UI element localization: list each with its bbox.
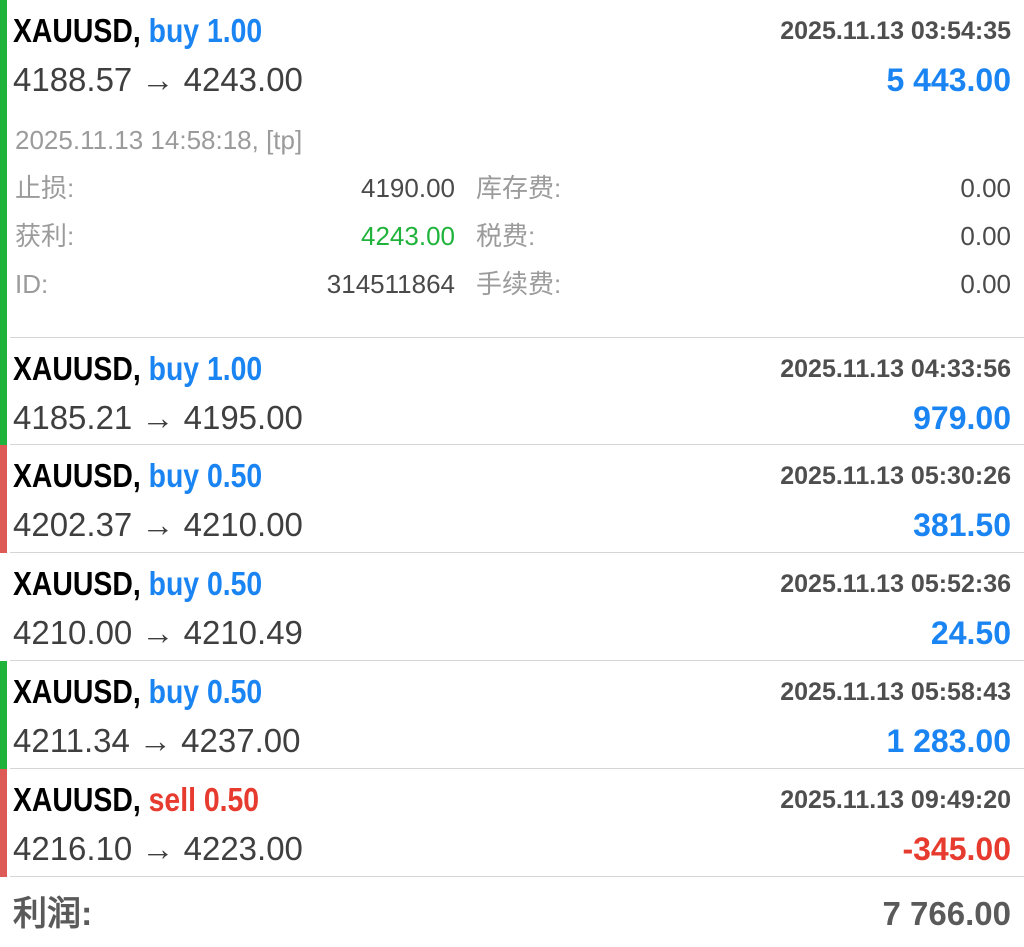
- trade-prices: 4211.34 → 4237.00: [13, 722, 301, 759]
- trade-symbol: XAUUSD, buy 0.50: [13, 565, 263, 602]
- trade-symbol: XAUUSD, buy 1.00: [13, 350, 263, 387]
- swap-value: 0.00: [960, 173, 1011, 203]
- trade-direction: buy 1.00: [148, 350, 263, 387]
- taxes-label: 税费:: [476, 221, 536, 251]
- trade-row[interactable]: XAUUSD, sell 0.50 2025.11.13 09:49:20 42…: [0, 769, 1024, 877]
- trade-status-bar: [0, 769, 7, 877]
- trade-symbol: XAUUSD, sell 0.50: [13, 781, 260, 818]
- trade-open-time: 2025.11.13 03:54:35: [780, 17, 1011, 45]
- trade-row[interactable]: XAUUSD, buy 1.00 2025.11.13 03:54:35 418…: [0, 0, 1024, 338]
- trade-status-bar: [0, 0, 7, 338]
- trade-close-info: 2025.11.13 14:58:18, [tp]: [15, 125, 303, 155]
- profit-total-label: 利润:: [13, 895, 93, 933]
- trade-profit: 979.00: [913, 400, 1011, 436]
- trade-profit: 381.50: [913, 507, 1011, 543]
- stop-loss-label: 止损:: [15, 173, 75, 203]
- id-value: 314511864: [326, 269, 455, 299]
- trade-direction: buy 0.50: [148, 565, 263, 602]
- trade-prices: 4188.57 → 4243.00: [13, 61, 303, 98]
- trade-symbol: XAUUSD, buy 0.50: [13, 673, 263, 710]
- trade-direction: buy 0.50: [148, 457, 263, 494]
- trade-status-bar: [0, 661, 7, 769]
- trade-symbol: XAUUSD, buy 1.00: [13, 12, 263, 49]
- trade-open-time: 2025.11.13 05:52:36: [780, 570, 1011, 598]
- trade-status-bar: [0, 338, 7, 445]
- taxes-value: 0.00: [960, 221, 1011, 251]
- trade-direction: buy 1.00: [148, 12, 263, 49]
- trade-row[interactable]: XAUUSD, buy 0.50 2025.11.13 05:52:36 421…: [0, 553, 1024, 661]
- trade-row[interactable]: XAUUSD, buy 0.50 2025.11.13 05:30:26 420…: [0, 445, 1024, 553]
- profit-total-value: 7 766.00: [882, 895, 1011, 932]
- trade-direction: buy 0.50: [148, 673, 263, 710]
- trade-prices: 4210.00 → 4210.49: [13, 614, 303, 651]
- take-profit-value: 4243.00: [361, 221, 455, 251]
- trade-profit: 5 443.00: [886, 62, 1011, 98]
- trade-prices: 4185.21 → 4195.00: [13, 399, 303, 436]
- trade-profit: -345.00: [902, 831, 1011, 867]
- id-label: ID:: [15, 269, 49, 299]
- trade-symbol: XAUUSD, buy 0.50: [13, 457, 263, 494]
- trade-details: 2025.11.13 14:58:18, [tp] 止损: 4190.00 库存…: [15, 118, 1011, 308]
- stop-loss-value: 4190.00: [361, 173, 455, 203]
- commission-value: 0.00: [960, 269, 1011, 299]
- commission-label: 手续费:: [476, 269, 562, 299]
- trade-status-bar: [0, 445, 7, 553]
- trade-row[interactable]: XAUUSD, buy 1.00 2025.11.13 04:33:56 418…: [0, 338, 1024, 445]
- profit-summary: 利润: 7 766.00: [0, 880, 1024, 947]
- trade-prices: 4216.10 → 4223.00: [13, 830, 303, 867]
- trade-row[interactable]: XAUUSD, buy 0.50 2025.11.13 05:58:43 421…: [0, 661, 1024, 769]
- trade-profit: 24.50: [930, 615, 1011, 651]
- trade-open-time: 2025.11.13 05:58:43: [780, 678, 1011, 706]
- trade-direction: sell 0.50: [148, 781, 260, 818]
- trade-profit: 1 283.00: [886, 723, 1011, 759]
- take-profit-label: 获利:: [15, 221, 75, 251]
- trade-open-time: 2025.11.13 04:33:56: [780, 355, 1011, 383]
- trade-open-time: 2025.11.13 05:30:26: [780, 462, 1011, 490]
- trade-open-time: 2025.11.13 09:49:20: [780, 786, 1011, 814]
- swap-label: 库存费:: [476, 173, 562, 203]
- trade-prices: 4202.37 → 4210.00: [13, 506, 303, 543]
